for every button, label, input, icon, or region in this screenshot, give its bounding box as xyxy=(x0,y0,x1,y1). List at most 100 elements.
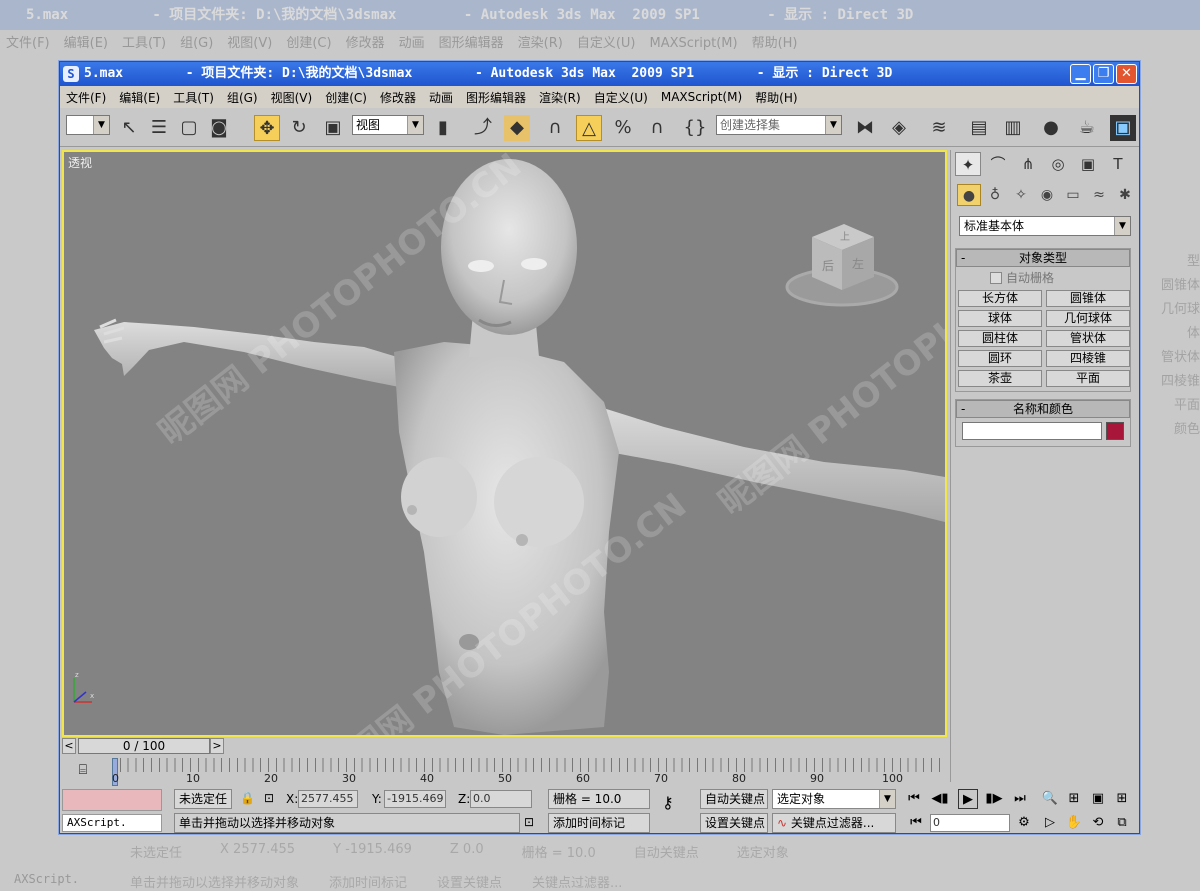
object-type-header[interactable]: - 对象类型 xyxy=(956,249,1130,267)
utilities-tab-icon[interactable]: T xyxy=(1105,152,1131,176)
sphere-button[interactable]: 球体 xyxy=(958,310,1042,327)
track-bar[interactable]: 0 10 20 30 40 50 60 70 80 90 100 xyxy=(112,758,942,786)
auto-key-button[interactable]: 自动关键点 xyxy=(700,789,768,809)
add-time-tag-button[interactable]: 添加时间标记 xyxy=(548,813,650,833)
menu-create[interactable]: 创建(C) xyxy=(325,89,367,106)
layer-manager-icon[interactable]: ≋ xyxy=(926,115,952,141)
maximize-viewport-icon[interactable]: ⧉ xyxy=(1112,813,1132,833)
region-select-icon[interactable]: ▢ xyxy=(176,115,202,141)
move-icon[interactable]: ✥ xyxy=(254,115,280,141)
scale-icon[interactable]: ▣ xyxy=(320,115,346,141)
key-icon[interactable]: ⚷ xyxy=(662,793,674,812)
minimize-button[interactable]: ▁ xyxy=(1070,64,1091,84)
close-button[interactable]: ✕ xyxy=(1116,64,1137,84)
percent-snap-icon[interactable]: % xyxy=(610,115,636,141)
lights-icon[interactable]: ✧ xyxy=(1009,184,1033,206)
named-selection-set-dropdown[interactable]: 创建选择集 ▼ xyxy=(716,115,842,135)
menu-rendering[interactable]: 渲染(R) xyxy=(539,89,581,106)
track-ruler[interactable] xyxy=(112,758,942,772)
zoom-icon[interactable]: 🔍 xyxy=(1040,789,1060,809)
window-crossing-icon[interactable]: ◙ xyxy=(206,115,232,141)
tube-button[interactable]: 管状体 xyxy=(1046,330,1130,347)
x-coordinate-field[interactable]: 2577.455 xyxy=(298,790,358,808)
keyboard-shortcut-icon[interactable]: ◆ xyxy=(504,115,530,141)
mirror-icon[interactable]: ⧓ xyxy=(852,115,878,141)
name-color-header[interactable]: - 名称和颜色 xyxy=(956,400,1130,418)
viewcube-top-label[interactable]: 上 xyxy=(840,231,850,243)
absolute-mode-icon[interactable]: ⊡ xyxy=(264,791,274,805)
menu-file[interactable]: 文件(F) xyxy=(66,89,106,106)
spinner-snap-icon[interactable]: ∩ xyxy=(644,115,670,141)
viewcube-left-label[interactable]: 左 xyxy=(852,256,864,271)
space-warps-icon[interactable]: ≈ xyxy=(1087,184,1111,206)
pan-icon[interactable]: ✋ xyxy=(1064,813,1084,833)
next-frame-icon[interactable]: ▮▶ xyxy=(984,789,1004,809)
systems-icon[interactable]: ✱ xyxy=(1113,184,1137,206)
object-color-swatch[interactable] xyxy=(1106,422,1124,440)
go-to-end-icon[interactable]: ⏭ xyxy=(1010,789,1030,809)
maximize-button[interactable]: ❐ xyxy=(1093,64,1114,84)
cone-button[interactable]: 圆锥体 xyxy=(1046,290,1130,307)
object-category-dropdown[interactable]: 标准基本体 ▼ xyxy=(959,216,1131,236)
title-bar[interactable]: S 5.max - 项目文件夹: D:\我的文档\3dsmax - Autode… xyxy=(60,62,1139,86)
set-key-button[interactable]: 设置关键点 xyxy=(700,813,768,833)
schematic-view-icon[interactable]: ▥ xyxy=(1000,115,1026,141)
viewcube[interactable]: 上 后 左 xyxy=(782,212,902,312)
lock-icon[interactable]: 🔒 xyxy=(240,791,255,805)
select-by-name-icon[interactable]: ☰ xyxy=(146,115,172,141)
zoom-extents-all-icon[interactable]: ⊞ xyxy=(1112,789,1132,809)
perspective-viewport[interactable]: 透视 昵图网 PHOTOPHOTO.CN 昵图网 PHOTOPHOTO.CN 昵… xyxy=(62,150,947,737)
cameras-icon[interactable]: ◉ xyxy=(1035,184,1059,206)
zoom-all-icon[interactable]: ⊞ xyxy=(1064,789,1084,809)
play-icon[interactable]: ▶ xyxy=(958,789,978,809)
menu-customize[interactable]: 自定义(U) xyxy=(594,89,648,106)
angle-snap-icon[interactable]: △ xyxy=(576,115,602,141)
menu-views[interactable]: 视图(V) xyxy=(271,89,313,106)
object-name-field[interactable] xyxy=(962,422,1102,440)
selected-object-dropdown[interactable]: 选定对象 ▼ xyxy=(772,789,896,809)
helpers-icon[interactable]: ▭ xyxy=(1061,184,1085,206)
teapot-button[interactable]: 茶壶 xyxy=(958,370,1042,387)
menu-tools[interactable]: 工具(T) xyxy=(173,89,214,106)
geometry-icon[interactable]: ● xyxy=(957,184,981,206)
time-slider-prev-button[interactable]: < xyxy=(62,738,76,754)
menu-maxscript[interactable]: MAXScript(M) xyxy=(661,90,742,104)
geosphere-button[interactable]: 几何球体 xyxy=(1046,310,1130,327)
time-slider-thumb[interactable]: 0 / 100 xyxy=(78,738,210,754)
field-of-view-icon[interactable]: ▷ xyxy=(1040,813,1060,833)
y-coordinate-field[interactable]: -1915.469 xyxy=(384,790,446,808)
key-filters-button[interactable]: ∿ 关键点过滤器... xyxy=(772,813,896,833)
rotate-icon[interactable]: ↻ xyxy=(286,115,312,141)
time-tag-icon[interactable]: ⊡ xyxy=(524,815,534,829)
modify-tab-icon[interactable]: ⌒ xyxy=(985,152,1011,176)
orbit-icon[interactable]: ⟲ xyxy=(1088,813,1108,833)
time-config-icon[interactable]: ⚙ xyxy=(1014,813,1034,833)
snap-toggle-icon[interactable]: ∩ xyxy=(542,115,568,141)
menu-help[interactable]: 帮助(H) xyxy=(755,89,797,106)
app-icon[interactable]: S xyxy=(63,66,79,82)
previous-frame-icon[interactable]: ◀▮ xyxy=(930,789,950,809)
shapes-icon[interactable]: ♁ xyxy=(983,184,1007,206)
menu-graph-editors[interactable]: 图形编辑器 xyxy=(466,89,526,106)
curve-editor-icon[interactable]: ▤ xyxy=(966,115,992,141)
pivot-icon[interactable]: ▮ xyxy=(430,115,456,141)
render-setup-icon[interactable]: ☕ xyxy=(1074,115,1100,141)
trackbar-toggle-icon[interactable]: ⌸ xyxy=(72,762,94,782)
menu-animation[interactable]: 动画 xyxy=(429,89,453,106)
box-button[interactable]: 长方体 xyxy=(958,290,1042,307)
menu-group[interactable]: 组(G) xyxy=(227,89,258,106)
create-tab-icon[interactable]: ✦ xyxy=(955,152,981,176)
motion-tab-icon[interactable]: ◎ xyxy=(1045,152,1071,176)
selection-filter-dropdown[interactable]: ▼ xyxy=(66,115,110,135)
viewcube-back-label[interactable]: 后 xyxy=(822,259,834,273)
go-to-start-icon[interactable]: ⏮ xyxy=(904,789,924,809)
current-frame-field[interactable]: 0 xyxy=(930,814,1010,832)
z-coordinate-field[interactable]: 0.0 xyxy=(470,790,532,808)
key-mode-icon[interactable]: ⏮ xyxy=(906,813,926,833)
select-icon[interactable]: ↖ xyxy=(116,115,142,141)
reference-coordinate-dropdown[interactable]: 视图 ▼ xyxy=(352,115,424,135)
display-tab-icon[interactable]: ▣ xyxy=(1075,152,1101,176)
auto-grid-checkbox[interactable] xyxy=(990,271,1002,284)
menu-edit[interactable]: 编辑(E) xyxy=(119,89,160,106)
zoom-extents-icon[interactable]: ▣ xyxy=(1088,789,1108,809)
